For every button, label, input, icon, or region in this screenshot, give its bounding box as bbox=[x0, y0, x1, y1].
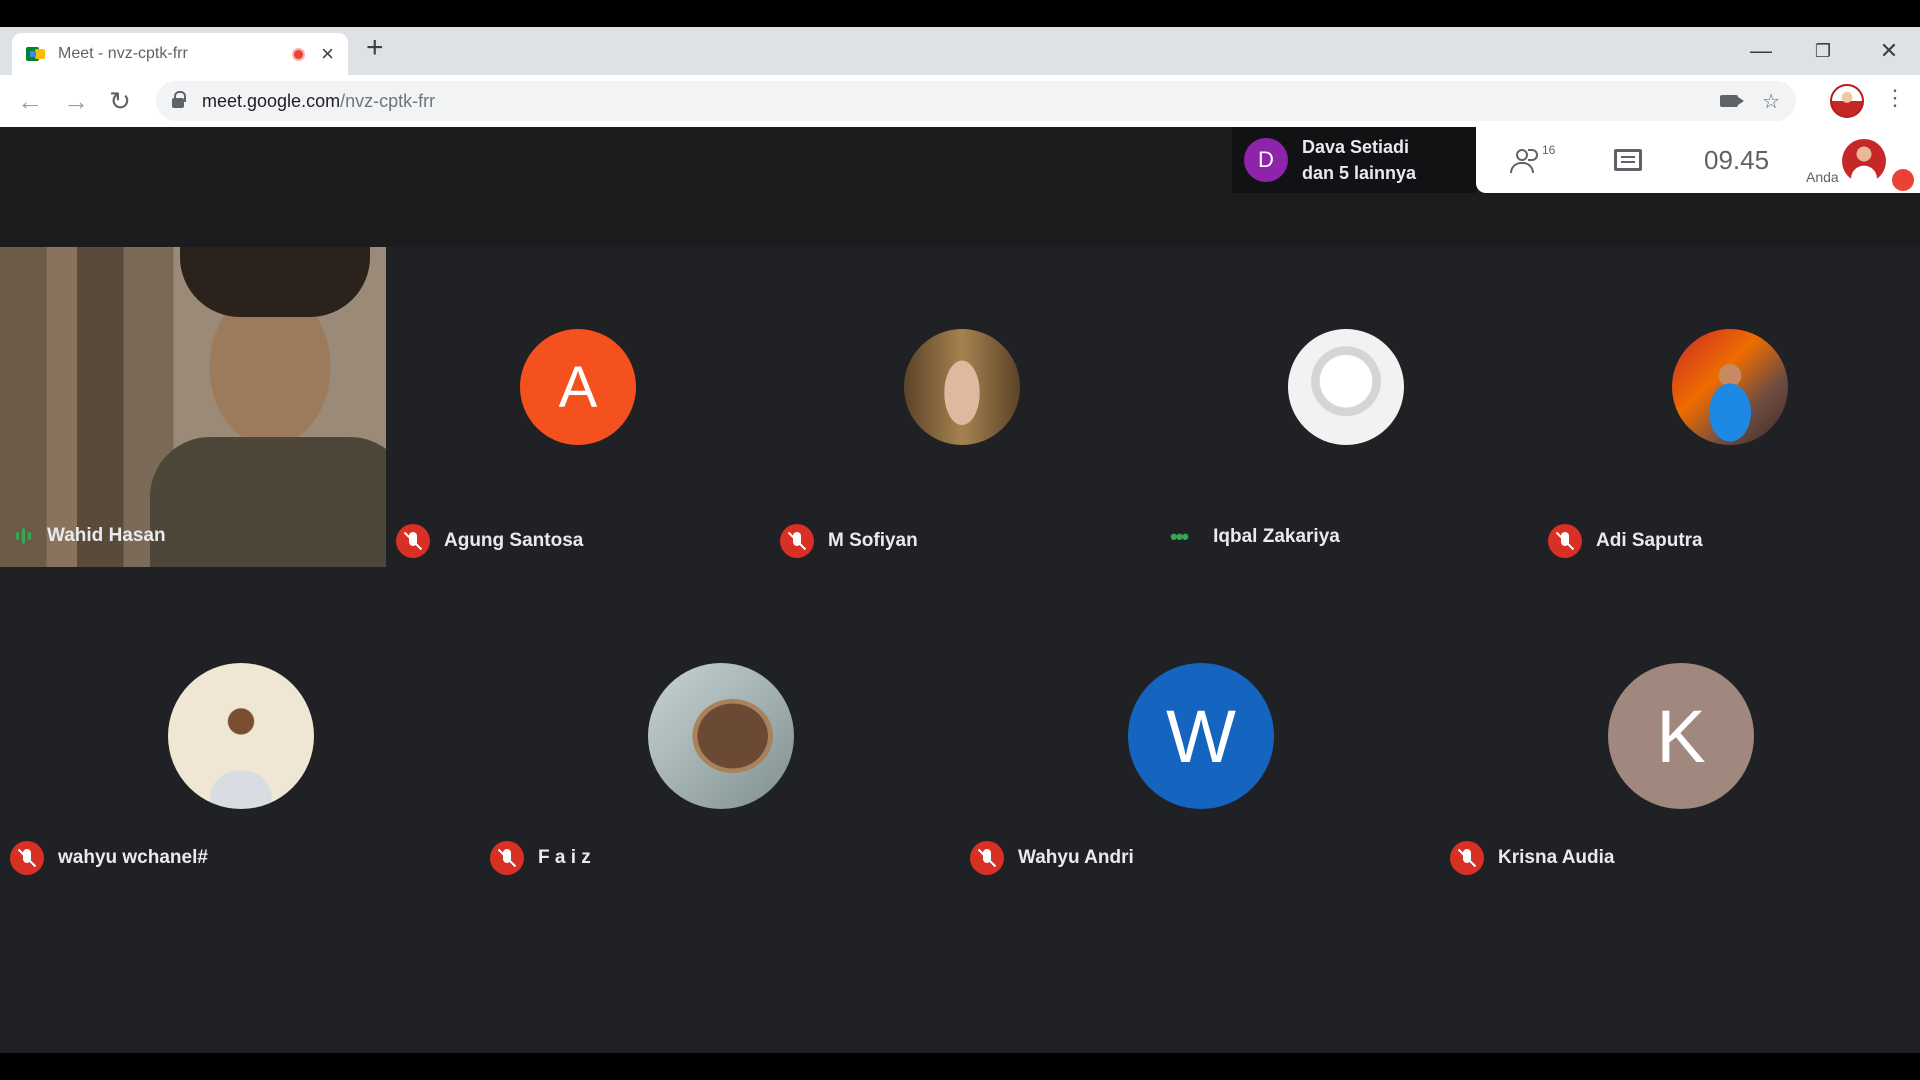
window-restore-button[interactable]: ❐ bbox=[1800, 27, 1846, 75]
mic-off-icon bbox=[1450, 841, 1484, 875]
participant-avatar bbox=[1672, 329, 1788, 445]
participant-name: Wahyu Andri bbox=[1018, 847, 1134, 868]
bookmark-star-icon[interactable]: ☆ bbox=[1762, 89, 1780, 114]
participant-avatar bbox=[168, 663, 314, 809]
participant-avatar: A bbox=[520, 329, 636, 445]
participant-name: F a i z bbox=[538, 847, 591, 868]
participant-avatar bbox=[1288, 329, 1404, 445]
meeting-clock: 09.45 bbox=[1704, 145, 1770, 175]
participant-avatar bbox=[648, 663, 794, 809]
people-icon[interactable] bbox=[1510, 149, 1544, 173]
participant-name: M Sofiyan bbox=[828, 530, 918, 551]
lock-icon[interactable] bbox=[172, 91, 186, 108]
meet-stage: D Dava Setiadi dan 5 lainnya 16 09.45 An… bbox=[0, 127, 1920, 1053]
people-count: 16 bbox=[1542, 143, 1556, 157]
participant-name: Iqbal Zakariya bbox=[1213, 526, 1340, 547]
mic-off-icon bbox=[490, 841, 524, 875]
participant-tile[interactable]: wahyu wchanel# bbox=[0, 567, 480, 889]
tab-title: Meet - nvz-cptk-frr bbox=[58, 45, 188, 62]
featured-video-tile[interactable]: Wahid Hasan bbox=[0, 247, 386, 567]
participant-name: wahyu wchanel# bbox=[58, 847, 208, 868]
new-tab-button[interactable]: + bbox=[366, 33, 384, 63]
participant-avatar: K bbox=[1608, 663, 1754, 809]
mic-off-icon bbox=[970, 841, 1004, 875]
participant-tile[interactable]: F a i z bbox=[480, 567, 960, 889]
presenter-banner[interactable]: D Dava Setiadi dan 5 lainnya bbox=[1232, 127, 1476, 193]
participant-tile[interactable]: M Sofiyan bbox=[770, 247, 1154, 567]
browser-tab-meet[interactable]: Meet - nvz-cptk-frr × bbox=[12, 33, 348, 75]
mic-off-icon bbox=[396, 524, 430, 558]
participant-tile[interactable]: K Krisna Audia bbox=[1440, 567, 1920, 889]
participant-tile[interactable]: ••• Iqbal Zakariya bbox=[1154, 247, 1538, 567]
mic-off-icon bbox=[780, 524, 814, 558]
participant-tile[interactable]: W Wahyu Andri bbox=[960, 567, 1440, 889]
forward-button[interactable]: → bbox=[60, 85, 92, 117]
browser-menu-button[interactable]: ⋮ bbox=[1884, 87, 1906, 109]
self-muted-icon bbox=[1892, 169, 1914, 191]
address-bar[interactable]: meet.google.com/nvz-cptk-frr ☆ bbox=[156, 81, 1796, 121]
participant-avatar bbox=[904, 329, 1020, 445]
url-host: meet.google.com bbox=[202, 90, 341, 111]
mic-off-icon bbox=[1548, 524, 1582, 558]
url-path: /nvz-cptk-frr bbox=[340, 90, 436, 111]
participant-avatar: W bbox=[1128, 663, 1274, 809]
tab-close-icon[interactable]: × bbox=[321, 43, 334, 65]
more-options-icon[interactable]: ••• bbox=[1170, 524, 1189, 550]
chat-icon[interactable] bbox=[1614, 149, 1642, 171]
participant-name: Adi Saputra bbox=[1596, 530, 1703, 551]
back-button[interactable]: ← bbox=[14, 85, 46, 117]
reload-button[interactable]: ↻ bbox=[104, 85, 136, 117]
speaking-indicator-icon bbox=[16, 528, 31, 544]
recording-indicator-icon bbox=[292, 47, 306, 61]
presenter-others: dan 5 lainnya bbox=[1302, 163, 1417, 183]
participant-name: Agung Santosa bbox=[444, 530, 584, 551]
window-close-button[interactable]: ✕ bbox=[1866, 27, 1912, 75]
google-meet-favicon-icon bbox=[26, 45, 46, 63]
profile-avatar[interactable] bbox=[1830, 84, 1864, 118]
presenter-name: Dava Setiadi bbox=[1302, 137, 1410, 157]
self-label: Anda bbox=[1806, 169, 1839, 185]
participant-name: Krisna Audia bbox=[1498, 847, 1615, 868]
presenter-avatar: D bbox=[1244, 138, 1288, 182]
participant-name: Wahid Hasan bbox=[47, 525, 166, 546]
tab-strip: Meet - nvz-cptk-frr × + — ❐ ✕ bbox=[0, 27, 1920, 75]
participant-tile[interactable]: A Agung Santosa bbox=[386, 247, 770, 567]
participant-tile[interactable]: Adi Saputra bbox=[1538, 247, 1920, 567]
window-minimize-button[interactable]: — bbox=[1738, 27, 1784, 75]
meet-top-bar: 16 09.45 Anda bbox=[1476, 127, 1920, 193]
browser-toolbar: ← → ↻ meet.google.com/nvz-cptk-frr ☆ ⋮ bbox=[0, 75, 1920, 127]
mic-off-icon bbox=[10, 841, 44, 875]
self-avatar[interactable] bbox=[1842, 139, 1886, 183]
camera-in-use-icon[interactable] bbox=[1720, 95, 1745, 107]
